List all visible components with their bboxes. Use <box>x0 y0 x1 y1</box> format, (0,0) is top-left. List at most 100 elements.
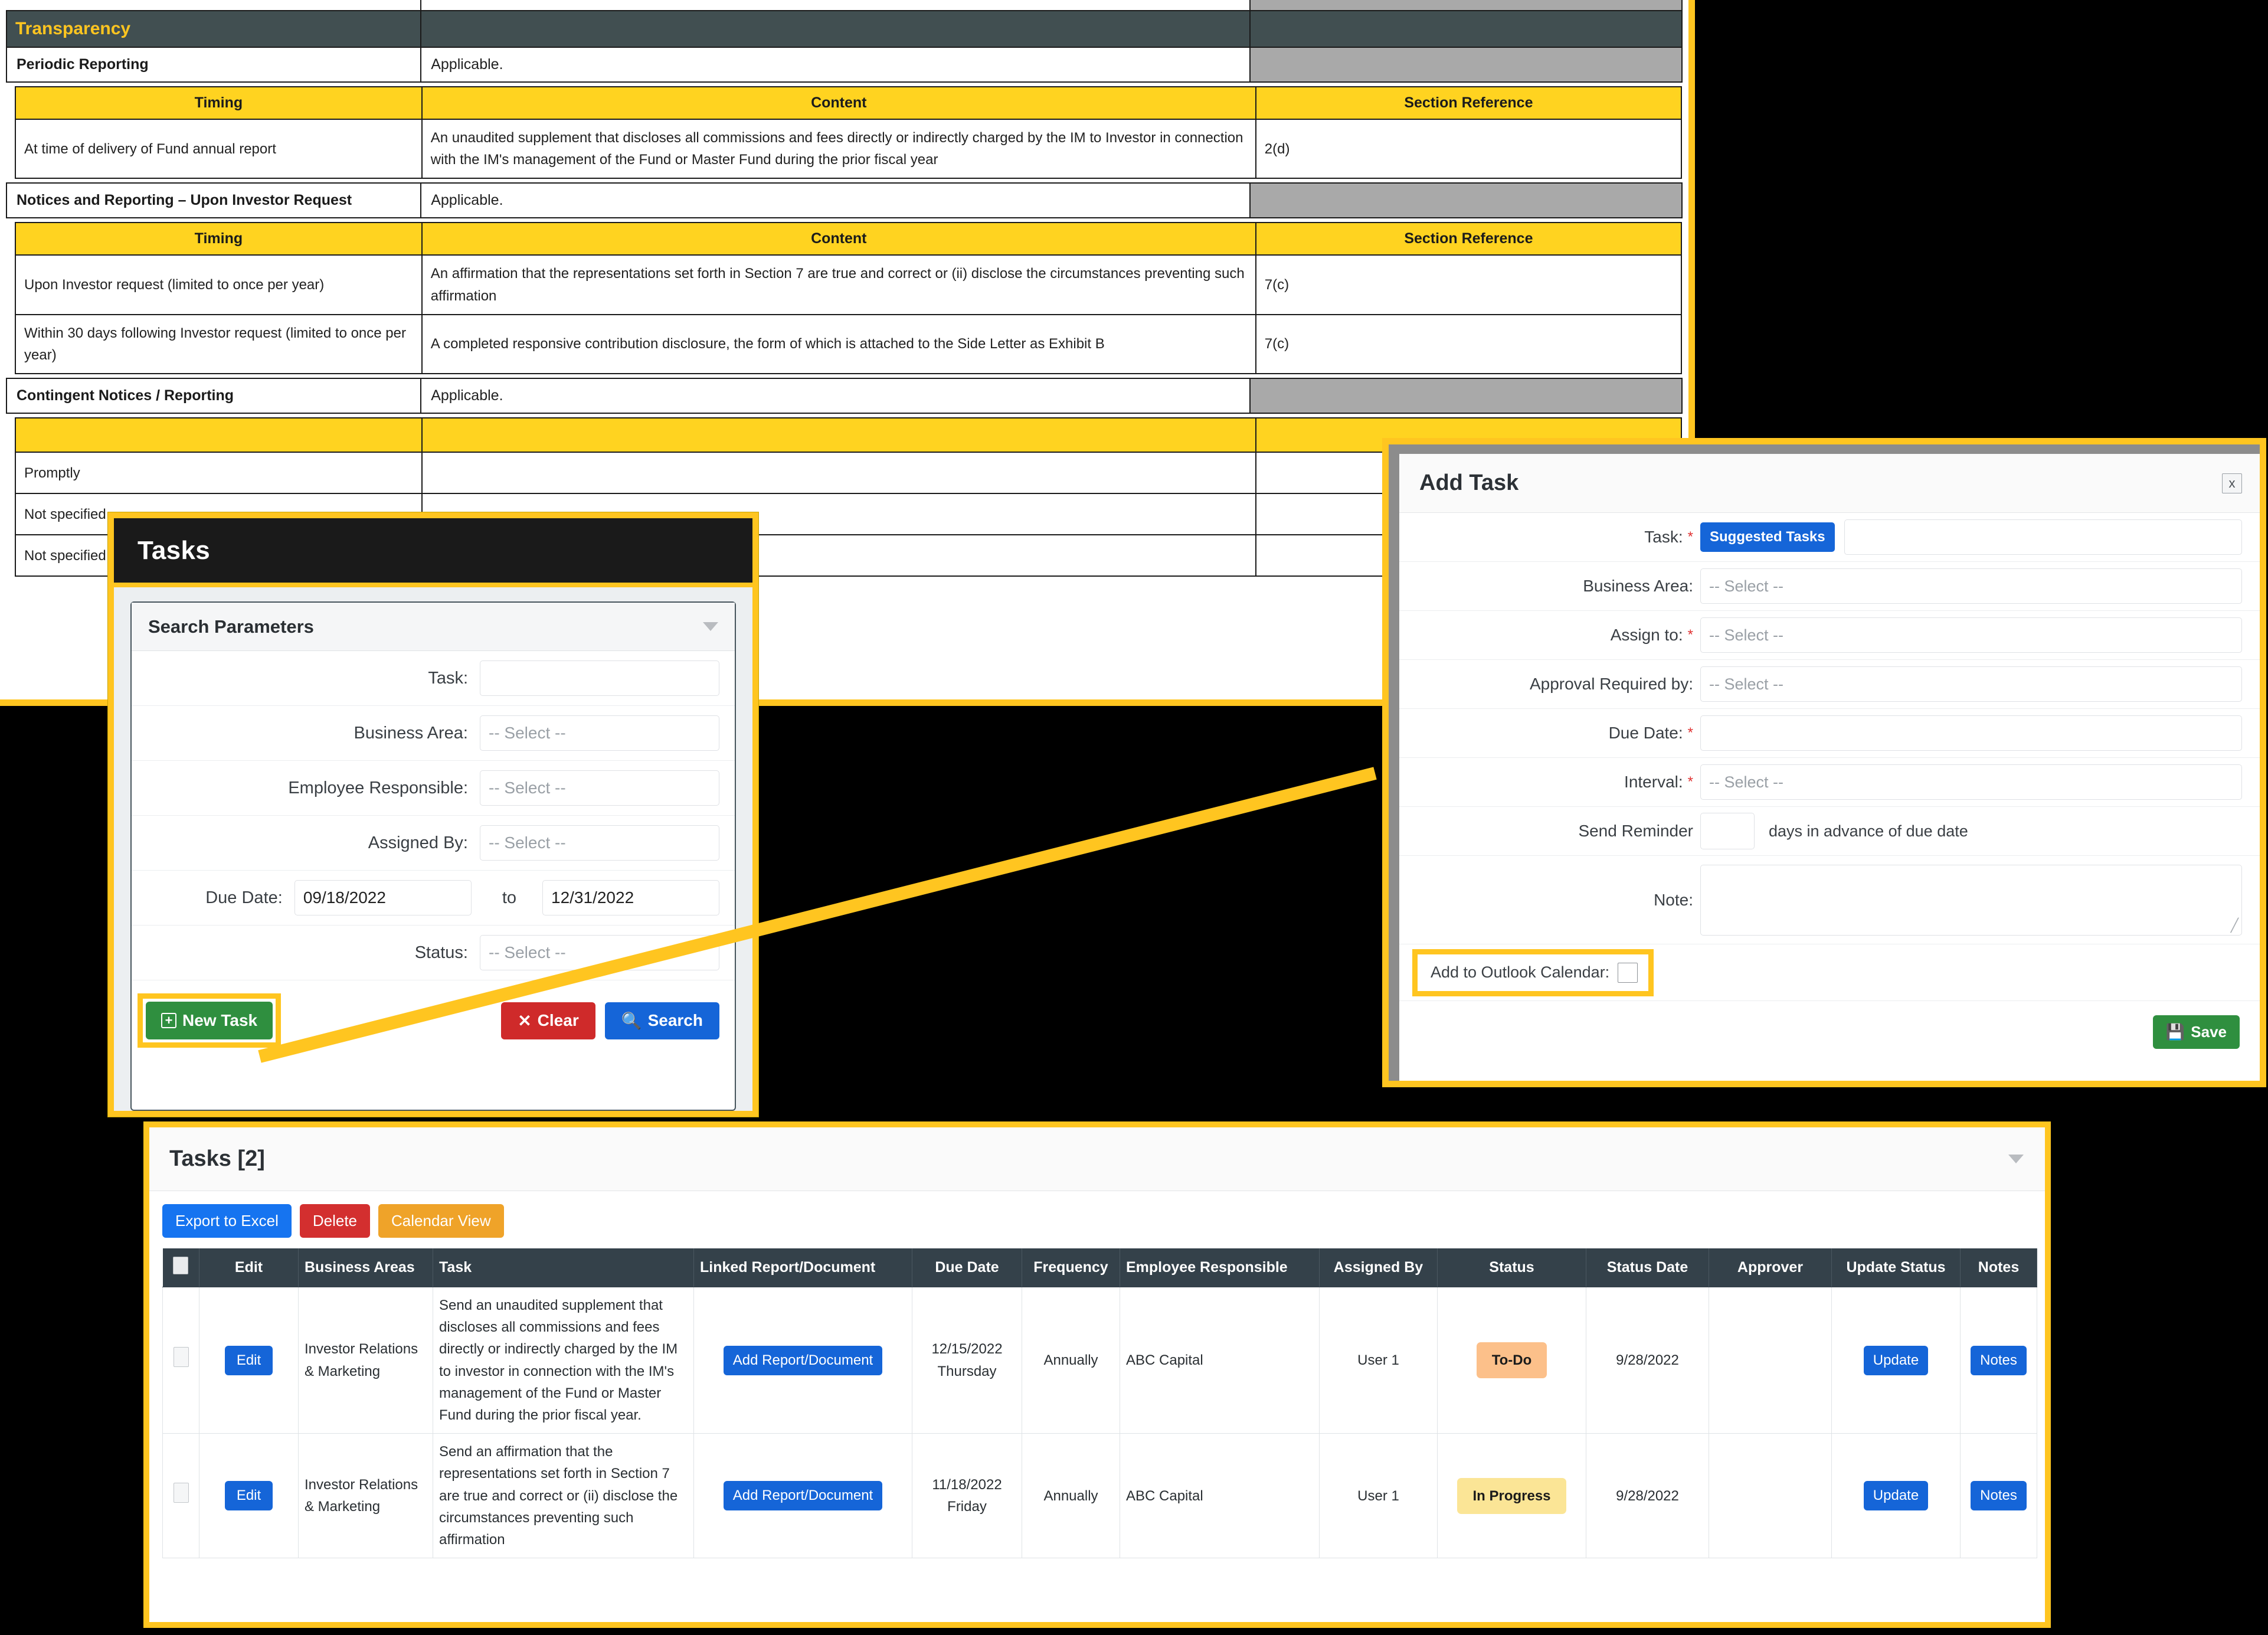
due-date-from-input[interactable]: 09/18/2022 <box>294 880 472 915</box>
search-task-control <box>480 660 735 696</box>
interval-select[interactable]: -- Select -- <box>1700 764 2242 800</box>
magnifier-icon: 🔍 <box>621 1011 642 1030</box>
approval-required-by-select[interactable]: -- Select -- <box>1700 666 2242 702</box>
add-task-row-interval: Interval: * -- Select -- <box>1399 758 2260 807</box>
row-status-date: 9/28/2022 <box>1586 1286 1709 1434</box>
row-checkbox[interactable] <box>173 1482 189 1503</box>
outlook-calendar-highlight: Add to Outlook Calendar: <box>1412 949 1654 996</box>
search-parameters-header[interactable]: Search Parameters <box>132 603 735 651</box>
export-to-excel-button[interactable]: Export to Excel <box>162 1204 292 1238</box>
due-date-input[interactable] <box>1700 715 2242 751</box>
add-report-document-button[interactable]: Add Report/Document <box>723 1345 883 1375</box>
document-subtable-row-2: Timing Content Section Reference Upon In… <box>6 218 1683 378</box>
results-panel-header[interactable]: Tasks [2] <box>149 1127 2045 1191</box>
search-parameters-card: Search Parameters Task: Business Area: -… <box>130 601 736 1111</box>
row-assigned-by: User 1 <box>1319 1286 1438 1434</box>
search-row-due-date: Due Date: 09/18/2022 to 12/31/2022 <box>132 871 735 926</box>
outlook-calendar-label: Add to Outlook Calendar: <box>1431 963 1610 981</box>
row-checkbox-cell[interactable] <box>162 1433 199 1559</box>
calendar-view-button[interactable]: Calendar View <box>378 1204 504 1238</box>
row-task: Send an affirmation that the representat… <box>433 1433 694 1559</box>
row-frequency: Annually <box>1022 1433 1120 1559</box>
row-update-status-cell: Update <box>1831 1286 1961 1434</box>
search-button[interactable]: 🔍 Search <box>604 1002 719 1039</box>
outlook-calendar-checkbox[interactable] <box>1618 962 1638 983</box>
edit-button[interactable]: Edit <box>224 1345 273 1375</box>
col-section-reference: Section Reference <box>1255 222 1683 256</box>
search-row-business-area: Business Area: -- Select -- <box>132 706 735 761</box>
search-task-input[interactable] <box>480 660 719 696</box>
row-status-cell: In Progress <box>1437 1433 1586 1559</box>
note-textarea[interactable]: ╱ <box>1700 864 2242 936</box>
results-table: Edit Business Areas Task Linked Report/D… <box>162 1248 2037 1559</box>
doc-grey-cell-3 <box>1249 378 1683 414</box>
add-task-title: Add Task <box>1419 470 1519 495</box>
cell-content: An unaudited supplement that discloses a… <box>421 118 1256 179</box>
task-input[interactable] <box>1844 519 2242 555</box>
send-reminder-label: Send Reminder <box>1578 822 1693 840</box>
save-button[interactable]: 💾 Save <box>2152 1015 2240 1049</box>
cell-timing: At time of delivery of Fund annual repor… <box>15 118 423 179</box>
add-report-document-button[interactable]: Add Report/Document <box>723 1481 883 1511</box>
new-task-button[interactable]: + New Task <box>146 1002 273 1039</box>
col-content: Content <box>421 86 1256 120</box>
search-employee-control: -- Select -- <box>480 770 735 806</box>
search-status-select[interactable]: -- Select -- <box>480 935 719 970</box>
search-assigned-by-select[interactable]: -- Select -- <box>480 825 719 861</box>
update-button[interactable]: Update <box>1863 1481 1929 1511</box>
approval-required-by-label: Approval Required by: <box>1529 675 1693 693</box>
suggested-tasks-button[interactable]: Suggested Tasks <box>1700 522 1835 552</box>
search-row-task: Task: <box>132 651 735 706</box>
row-task: Send an unaudited supplement that disclo… <box>433 1286 694 1434</box>
note-label-wrap: Note: <box>1399 891 1700 910</box>
subtable-header-row: Timing Content Section Reference <box>15 222 1683 256</box>
edit-button[interactable]: Edit <box>224 1481 273 1511</box>
doc-label-periodic-reporting: Periodic Reporting <box>5 47 422 83</box>
row-linked-report-cell: Add Report/Document <box>693 1433 912 1559</box>
search-task-label: Task: <box>428 668 468 688</box>
row-linked-report-cell: Add Report/Document <box>693 1286 912 1434</box>
cell-timing: Promptly <box>15 452 423 495</box>
col-task: Task <box>433 1248 694 1287</box>
cell-section: 2(d) <box>1255 118 1683 179</box>
due-date-to-input[interactable]: 12/31/2022 <box>542 880 719 915</box>
row-checkbox[interactable] <box>173 1346 189 1367</box>
delete-button[interactable]: Delete <box>299 1204 371 1238</box>
search-due-date-control: 09/18/2022 to 12/31/2022 <box>294 880 735 915</box>
doc-value-contingent-notices: Applicable. <box>420 378 1251 414</box>
doc-value-periodic-reporting: Applicable. <box>420 47 1251 83</box>
required-asterisk: * <box>1687 627 1693 643</box>
col-assigned-by: Assigned By <box>1319 1248 1438 1287</box>
clear-button[interactable]: ✕ Clear <box>501 1002 595 1039</box>
col-select-all[interactable] <box>162 1248 199 1287</box>
business-area-select[interactable]: -- Select -- <box>1700 568 2242 604</box>
resize-handle-icon[interactable]: ╱ <box>2231 918 2238 933</box>
row-approver <box>1709 1286 1832 1434</box>
table-row: Edit Investor Relations & Marketing Send… <box>162 1286 2037 1434</box>
chevron-down-icon[interactable] <box>703 622 718 631</box>
row-checkbox-cell[interactable] <box>162 1286 199 1434</box>
select-all-checkbox[interactable] <box>173 1257 189 1274</box>
send-reminder-input[interactable] <box>1700 813 1755 849</box>
close-icon[interactable]: x <box>2222 473 2242 493</box>
tasks-search-panel: Tasks Search Parameters Task: Business A… <box>108 512 758 1117</box>
notes-button[interactable]: Notes <box>1971 1481 2027 1511</box>
subtable-data-row: Within 30 days following Investor reques… <box>15 313 1683 375</box>
required-asterisk: * <box>1687 774 1693 790</box>
search-business-area-select[interactable]: -- Select -- <box>480 715 719 751</box>
tasks-panel-body: Search Parameters Task: Business Area: -… <box>114 587 752 1111</box>
notes-button[interactable]: Notes <box>1971 1345 2027 1375</box>
col-edit: Edit <box>199 1248 299 1287</box>
col-content: Content <box>421 222 1256 256</box>
update-button[interactable]: Update <box>1863 1345 1929 1375</box>
search-business-area-control: -- Select -- <box>480 715 735 751</box>
task-control: Suggested Tasks <box>1700 519 2260 555</box>
col-timing-blank <box>15 417 423 453</box>
note-label: Note: <box>1654 890 1693 909</box>
approval-label-wrap: Approval Required by: <box>1399 675 1700 694</box>
search-employee-select[interactable]: -- Select -- <box>480 770 719 806</box>
results-table-header-row: Edit Business Areas Task Linked Report/D… <box>162 1248 2037 1287</box>
save-button-label: Save <box>2191 1023 2227 1041</box>
chevron-down-icon[interactable] <box>2008 1155 2024 1163</box>
assign-to-select[interactable]: -- Select -- <box>1700 617 2242 653</box>
